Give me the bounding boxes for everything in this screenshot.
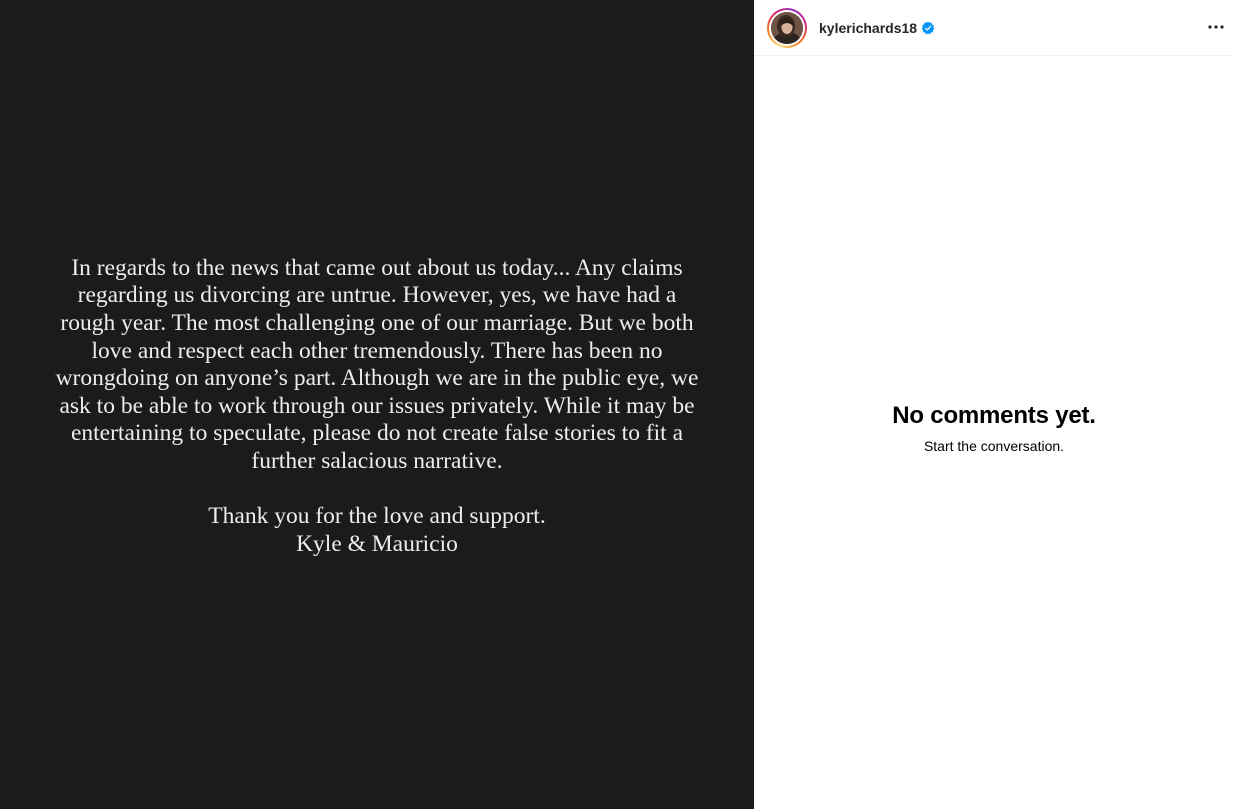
post-header: kylerichards18 bbox=[754, 0, 1234, 56]
empty-state-title: No comments yet. bbox=[892, 401, 1096, 429]
comments-sidebar: kylerichards18 No comments yet. Start th… bbox=[754, 0, 1234, 809]
avatar-photo bbox=[771, 11, 803, 44]
statement-line: In regards to the news that came out abo… bbox=[71, 254, 683, 281]
more-options-button[interactable] bbox=[1202, 13, 1230, 41]
closing-line: Thank you for the love and support. bbox=[208, 503, 546, 530]
empty-state-subtitle: Start the conversation. bbox=[923, 437, 1065, 454]
post-viewer: In regards to the news that came out abo… bbox=[0, 0, 1234, 809]
username-block: kylerichards18 bbox=[819, 20, 935, 36]
statement-line: regarding us divorcing are untrue. Howev… bbox=[77, 282, 677, 309]
statement-text: In regards to the news that came out abo… bbox=[27, 255, 727, 559]
statement-line: entertaining to speculate, please do not… bbox=[70, 420, 684, 447]
statement-line: wrongdoing on anyone’s part. Although we… bbox=[55, 365, 699, 392]
post-image[interactable]: In regards to the news that came out abo… bbox=[0, 0, 754, 809]
comments-empty-state: No comments yet. Start the conversation. bbox=[754, 56, 1234, 809]
statement-line: rough year. The most challenging one of … bbox=[60, 309, 694, 336]
avatar-border bbox=[769, 9, 805, 46]
statement-line: ask to be able to work through our issue… bbox=[59, 392, 695, 419]
avatar bbox=[771, 11, 803, 44]
avatar-story-ring[interactable] bbox=[767, 7, 807, 48]
username-link[interactable]: kylerichards18 bbox=[819, 20, 917, 36]
signature-line: Kyle & Mauricio bbox=[296, 530, 458, 557]
verified-badge-icon bbox=[921, 21, 935, 34]
more-options-icon bbox=[1208, 25, 1224, 29]
statement-line: further salacious narrative. bbox=[251, 447, 503, 474]
statement-line: love and respect each other tremendously… bbox=[91, 337, 663, 364]
